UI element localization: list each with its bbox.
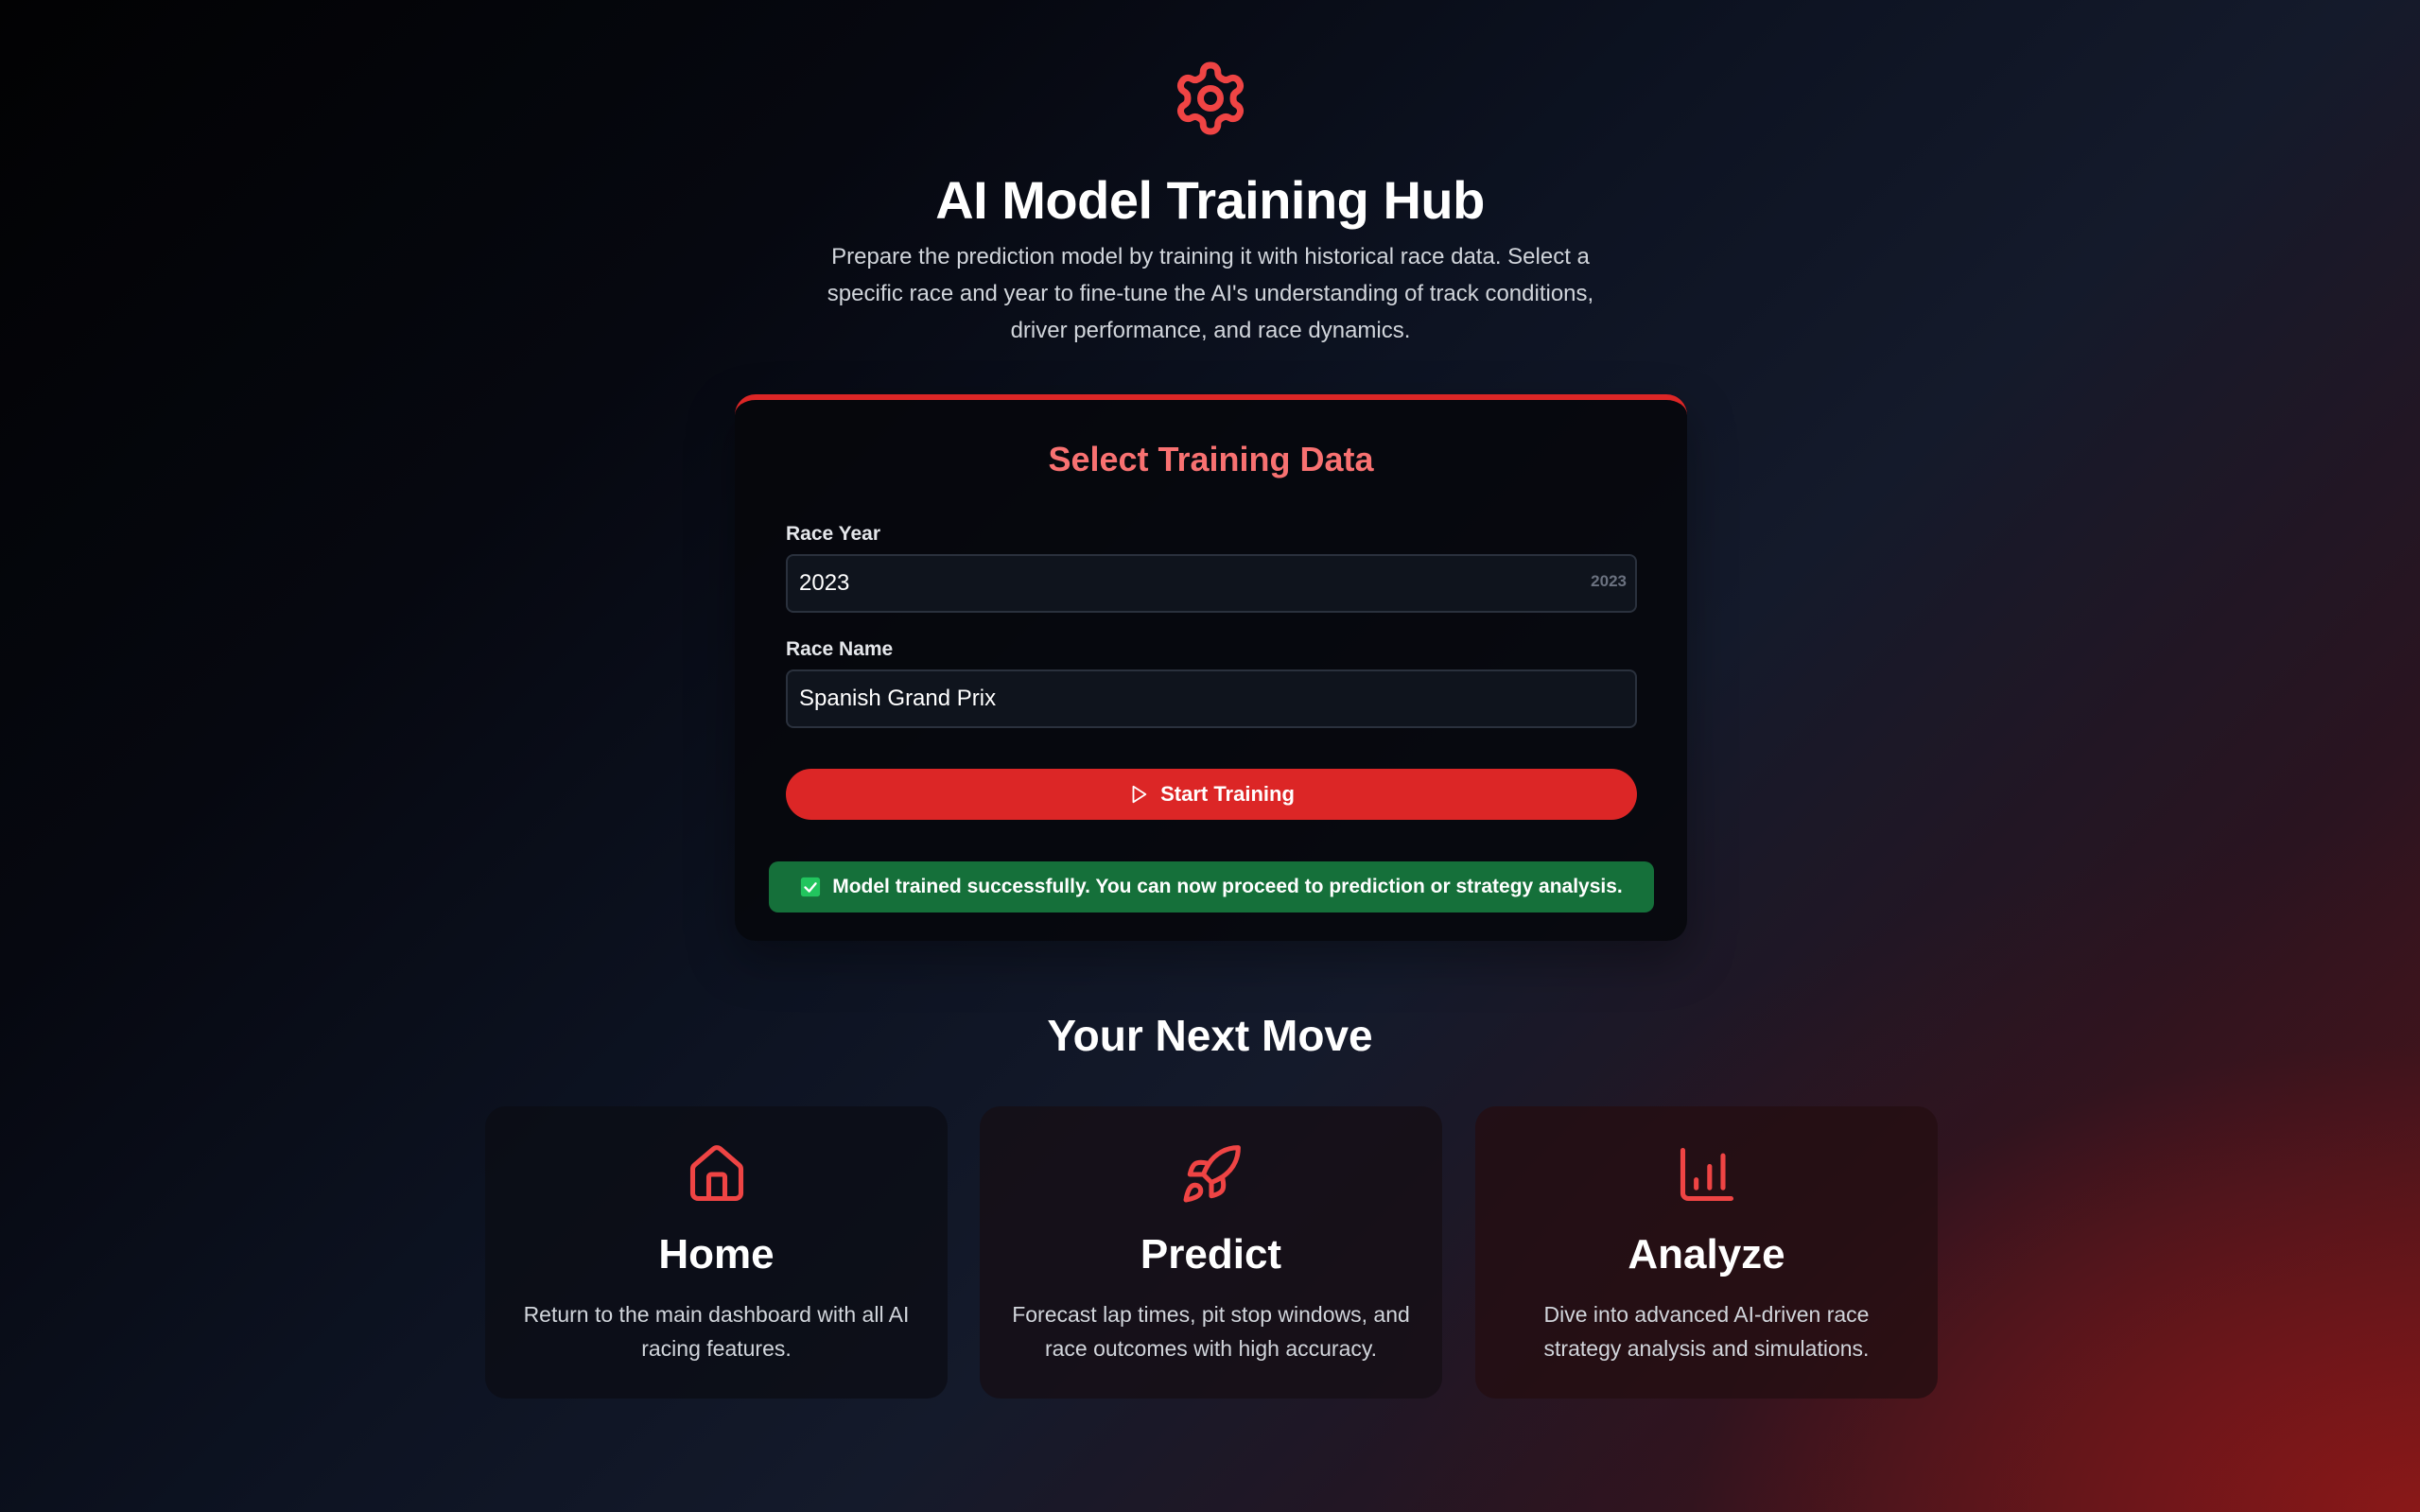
predict-card-title: Predict (1140, 1231, 1282, 1277)
check-icon (801, 877, 821, 897)
analyze-card-title: Analyze (1628, 1231, 1785, 1277)
race-year-hint: 2023 (1591, 572, 1627, 590)
analyze-card[interactable]: Analyze Dive into advanced AI-driven rac… (1475, 1106, 1938, 1399)
training-page: AI Model Training Hub Prepare the predic… (0, 0, 2420, 1512)
predict-card[interactable]: Predict Forecast lap times, pit stop win… (980, 1106, 1442, 1399)
play-icon (1132, 785, 1147, 804)
home-icon (685, 1142, 749, 1207)
race-name-label: Race Name (786, 638, 894, 660)
home-card-title: Home (658, 1231, 775, 1277)
home-card[interactable]: Home Return to the main dashboard with a… (485, 1106, 948, 1399)
success-message: Model trained successfully. You can now … (832, 876, 1623, 897)
card-title: Select Training Data (1048, 440, 1374, 478)
rocket-icon (1179, 1142, 1244, 1207)
success-banner: Model trained successfully. You can now … (769, 861, 1654, 912)
page-subtitle: Prepare the prediction model by training… (827, 244, 1594, 343)
gear-icon (1171, 59, 1250, 138)
home-card-description: Return to the main dashboard with all AI… (523, 1302, 910, 1361)
training-data-card: Select Training Data Race Year 2023 Race… (735, 394, 1687, 941)
race-year-input[interactable] (786, 554, 1637, 613)
start-training-button[interactable]: Start Training (786, 769, 1637, 820)
next-move-title: Your Next Move (1047, 1011, 1373, 1060)
analyze-card-description: Dive into advanced AI-driven race strate… (1543, 1302, 1870, 1361)
start-training-label: Start Training (1160, 782, 1295, 806)
bar-chart-icon (1675, 1142, 1739, 1207)
predict-card-description: Forecast lap times, pit stop windows, an… (1012, 1302, 1410, 1361)
race-name-input[interactable] (786, 669, 1637, 728)
race-year-label: Race Year (786, 523, 881, 545)
page-title: AI Model Training Hub (935, 170, 1485, 230)
